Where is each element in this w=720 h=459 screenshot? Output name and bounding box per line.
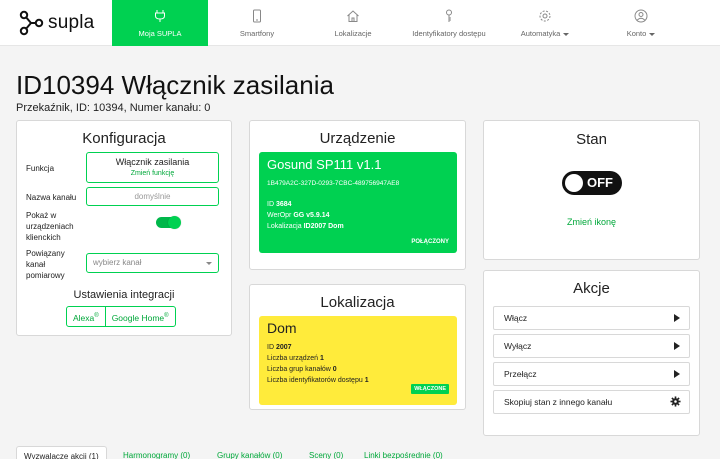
channel-name-label: Nazwa kanału	[26, 193, 77, 202]
nav-label: Moja SUPLA	[138, 29, 182, 38]
nav-moja-supla[interactable]: Moja SUPLA	[112, 0, 208, 46]
supla-logo-icon	[19, 10, 44, 36]
function-value: Włącznik zasilania	[115, 157, 190, 167]
tab-action-triggers[interactable]: Wyzwalacze akcji (1)	[16, 446, 107, 459]
home-icon	[346, 9, 360, 23]
nav-label: Automatyka	[521, 29, 570, 38]
gear-icon	[538, 9, 552, 23]
nav-label: Identyfikatory dostępu	[412, 29, 486, 38]
location-access-ids: Liczba identyfikatorów dostępu 1	[267, 377, 369, 384]
copy-state-button[interactable]: Skopiuj stan z innego kanału	[493, 390, 690, 414]
nav-smartfony[interactable]: Smartfony	[222, 0, 292, 46]
chevron-down-icon	[563, 32, 570, 36]
nav-label: Lokalizacje	[334, 29, 372, 38]
nav-label: Smartfony	[239, 29, 275, 38]
device-status-badge: POŁĄCZONY	[411, 239, 449, 245]
linked-channel-label: Powiązany kanał pomiarowy	[26, 249, 65, 280]
device-title: Urządzenie	[319, 130, 396, 147]
page-title: ID10394 Włącznik zasilania	[16, 70, 334, 100]
chevron-down-icon	[206, 262, 212, 265]
show-in-clients-toggle[interactable]	[156, 216, 181, 229]
power-state-value: OFF	[587, 175, 613, 190]
state-panel: Stan OFF Zmień ikonę	[483, 120, 700, 260]
nav-konto[interactable]: Konto	[608, 0, 674, 46]
brand-name: supla	[48, 12, 95, 33]
play-icon	[674, 370, 680, 378]
gear-icon	[670, 396, 681, 407]
location-devices: Liczba urządzeń 1	[267, 355, 324, 362]
configuration-panel: Konfiguracja Funkcja Włącznik zasilania …	[16, 120, 232, 336]
turn-off-button[interactable]: Wyłącz	[493, 334, 690, 358]
nav-lokalizacje[interactable]: Lokalizacje	[318, 0, 388, 46]
power-state-toggle[interactable]: OFF	[562, 171, 622, 195]
channel-name-input[interactable]: domyślnie	[86, 187, 219, 206]
location-status-badge: WŁĄCZONE	[411, 384, 449, 394]
plug-icon	[153, 9, 167, 23]
page-subtitle: Przekaźnik, ID: 10394, Numer kanału: 0	[16, 102, 211, 114]
location-id: ID 2007	[267, 344, 292, 351]
tab-schedules[interactable]: Harmonogramy (0)	[123, 451, 190, 459]
device-panel: Urządzenie Gosund SP111 v1.1 1B479A2C-32…	[249, 120, 466, 270]
integrations-button-group: Alexa® Google Home®	[66, 306, 176, 327]
actions-panel: Akcje Włącz Wyłącz Przełącz Skopiuj stan…	[483, 270, 700, 436]
function-selector[interactable]: Włącznik zasilania Zmień funkcję	[86, 152, 219, 183]
location-name: Dom	[267, 320, 297, 336]
nav-label: Konto	[627, 29, 656, 38]
change-icon-link[interactable]: Zmień ikonę	[484, 217, 699, 227]
nav-identyfikatory[interactable]: Identyfikatory dostępu	[404, 0, 494, 46]
tab-channel-groups[interactable]: Grupy kanałów (0)	[217, 451, 282, 459]
function-label: Funkcja	[26, 164, 55, 173]
device-guid: 1B479A2C-327D-0293-7CBC-489756947AE8	[267, 180, 400, 187]
actions-title: Akcje	[573, 280, 610, 297]
channel-tabs: Wyzwalacze akcji (1) Harmonogramy (0) Gr…	[16, 446, 720, 459]
state-title: Stan	[576, 131, 607, 148]
brand-logo[interactable]: supla	[18, 9, 94, 37]
turn-on-button[interactable]: Włącz	[493, 306, 690, 330]
key-icon	[442, 9, 456, 23]
location-groups: Liczba grup kanałów 0	[267, 366, 337, 373]
play-icon	[674, 342, 680, 350]
device-card[interactable]: Gosund SP111 v1.1 1B479A2C-327D-0293-7CB…	[259, 152, 457, 253]
show-in-clients-label: Pokaż w urządzeniach klienckich	[26, 211, 74, 242]
alexa-button[interactable]: Alexa®	[67, 307, 105, 326]
device-software: WerOpr GG v5.9.14	[267, 212, 330, 219]
google-home-button[interactable]: Google Home®	[104, 307, 175, 326]
device-id: ID 3684	[267, 201, 292, 208]
location-panel: Lokalizacja Dom ID 2007 Liczba urządzeń …	[249, 284, 466, 410]
play-icon	[674, 314, 680, 322]
location-card[interactable]: Dom ID 2007 Liczba urządzeń 1 Liczba gru…	[259, 316, 457, 405]
nav-automatyka[interactable]: Automatyka	[510, 0, 580, 46]
user-icon	[634, 9, 648, 23]
top-navbar: supla Moja SUPLA Smartfony Lokalizacje I…	[0, 0, 720, 46]
tab-scenes[interactable]: Sceny (0)	[309, 451, 343, 459]
device-location: Lokalizacja ID2007 Dom	[267, 223, 344, 230]
toggle-button[interactable]: Przełącz	[493, 362, 690, 386]
linked-channel-select[interactable]: wybierz kanał	[86, 253, 219, 273]
device-name: Gosund SP111 v1.1	[267, 157, 382, 172]
tab-direct-links[interactable]: Linki bezpośrednie (0)	[364, 451, 443, 459]
toggle-knob	[565, 174, 583, 192]
smartphone-icon	[250, 9, 264, 23]
chevron-down-icon	[649, 32, 656, 36]
location-title: Lokalizacja	[320, 294, 395, 311]
integrations-title: Ustawienia integracji	[73, 289, 175, 301]
configuration-title: Konfiguracja	[82, 130, 166, 147]
change-function-link[interactable]: Zmień funkcję	[87, 170, 218, 177]
